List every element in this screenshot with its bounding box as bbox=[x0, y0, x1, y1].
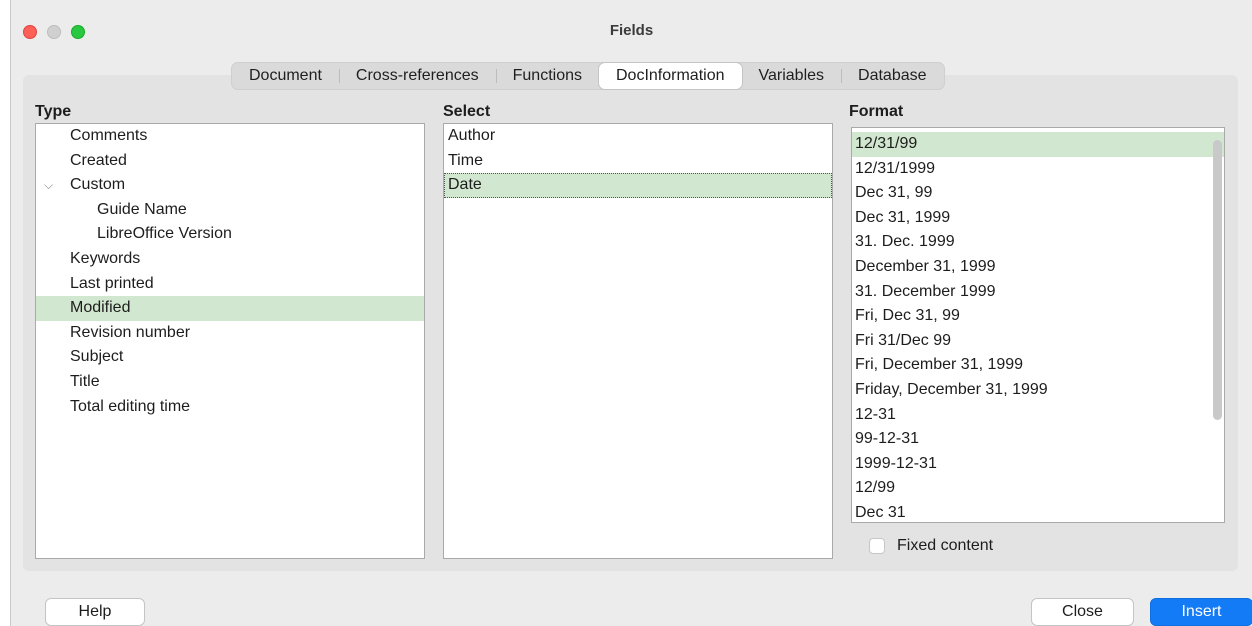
select-item-author[interactable]: Author bbox=[444, 124, 832, 149]
format-item[interactable]: Dec 31, 99 bbox=[852, 181, 1224, 206]
type-list[interactable]: Comments Created ⌵ Custom Guide Name Lib… bbox=[35, 123, 425, 559]
fixed-content-label: Fixed content bbox=[897, 537, 994, 554]
format-item[interactable]: 1999-12-31 bbox=[852, 452, 1224, 477]
format-item[interactable]: Fri 31/Dec 99 bbox=[852, 329, 1224, 354]
type-item-last-printed[interactable]: Last printed bbox=[36, 272, 424, 297]
window-title: Fields bbox=[609, 22, 654, 39]
tab-database[interactable]: Database bbox=[841, 63, 944, 89]
type-item-custom[interactable]: ⌵ Custom bbox=[36, 173, 424, 198]
fixed-content-option[interactable]: Fixed content bbox=[869, 537, 993, 555]
tab-cross-references[interactable]: Cross-references bbox=[338, 63, 496, 89]
format-list[interactable]: 12/31/99 12/31/1999 Dec 31, 99 Dec 31, 1… bbox=[851, 127, 1225, 523]
format-item[interactable]: 12/31/99 bbox=[852, 132, 1224, 157]
type-item-total-editing-time[interactable]: Total editing time bbox=[36, 395, 424, 420]
type-item-created[interactable]: Created bbox=[36, 149, 424, 174]
format-item[interactable]: Dec 31, 1999 bbox=[852, 206, 1224, 231]
help-button[interactable]: Help bbox=[45, 598, 145, 626]
format-item[interactable]: 99-12-31 bbox=[852, 427, 1224, 452]
select-item-date[interactable]: Date bbox=[444, 173, 832, 198]
format-item[interactable]: Friday, December 31, 1999 bbox=[852, 378, 1224, 403]
type-item-libreoffice-version[interactable]: LibreOffice Version bbox=[36, 222, 424, 247]
select-item-time[interactable]: Time bbox=[444, 149, 832, 174]
type-item-title[interactable]: Title bbox=[36, 370, 424, 395]
format-item[interactable]: Fri, December 31, 1999 bbox=[852, 353, 1224, 378]
format-item[interactable]: December 31, 1999 bbox=[852, 255, 1224, 280]
type-item-revision-number[interactable]: Revision number bbox=[36, 321, 424, 346]
type-item-keywords[interactable]: Keywords bbox=[36, 247, 424, 272]
format-item[interactable]: Fri, Dec 31, 99 bbox=[852, 304, 1224, 329]
type-item-guide-name[interactable]: Guide Name bbox=[36, 198, 424, 223]
tab-document[interactable]: Document bbox=[232, 63, 339, 89]
fixed-content-checkbox[interactable] bbox=[869, 538, 885, 554]
select-label: Select bbox=[443, 103, 491, 120]
format-item[interactable]: Dec 31 bbox=[852, 501, 1224, 522]
format-item[interactable]: 12/99 bbox=[852, 476, 1224, 501]
type-label: Type bbox=[35, 103, 72, 120]
format-item[interactable]: 12/31/1999 bbox=[852, 157, 1224, 182]
type-item-custom-label: Custom bbox=[70, 176, 126, 194]
format-item[interactable]: 31. Dec. 1999 bbox=[852, 230, 1224, 255]
select-list[interactable]: Author Time Date bbox=[443, 123, 833, 559]
type-item-modified[interactable]: Modified bbox=[36, 296, 424, 321]
tab-bar: Document Cross-references Functions DocI… bbox=[231, 62, 945, 90]
type-item-subject[interactable]: Subject bbox=[36, 345, 424, 370]
tab-functions[interactable]: Functions bbox=[495, 63, 599, 89]
format-item[interactable]: 12-31 bbox=[852, 403, 1224, 428]
type-item-comments[interactable]: Comments bbox=[36, 124, 424, 149]
fields-dialog: Fields Document Cross-references Functio… bbox=[10, 0, 1252, 626]
tab-variables[interactable]: Variables bbox=[742, 63, 842, 89]
format-scrollbar[interactable] bbox=[1213, 140, 1222, 420]
insert-button[interactable]: Insert bbox=[1150, 598, 1252, 626]
title-bar: Fields bbox=[11, 0, 1252, 62]
tab-docinformation[interactable]: DocInformation bbox=[599, 63, 742, 89]
format-item[interactable]: 31. December 1999 bbox=[852, 280, 1224, 305]
format-label: Format bbox=[849, 103, 904, 120]
close-button[interactable]: Close bbox=[1031, 598, 1134, 626]
chevron-down-icon[interactable]: ⌵ bbox=[44, 173, 53, 198]
